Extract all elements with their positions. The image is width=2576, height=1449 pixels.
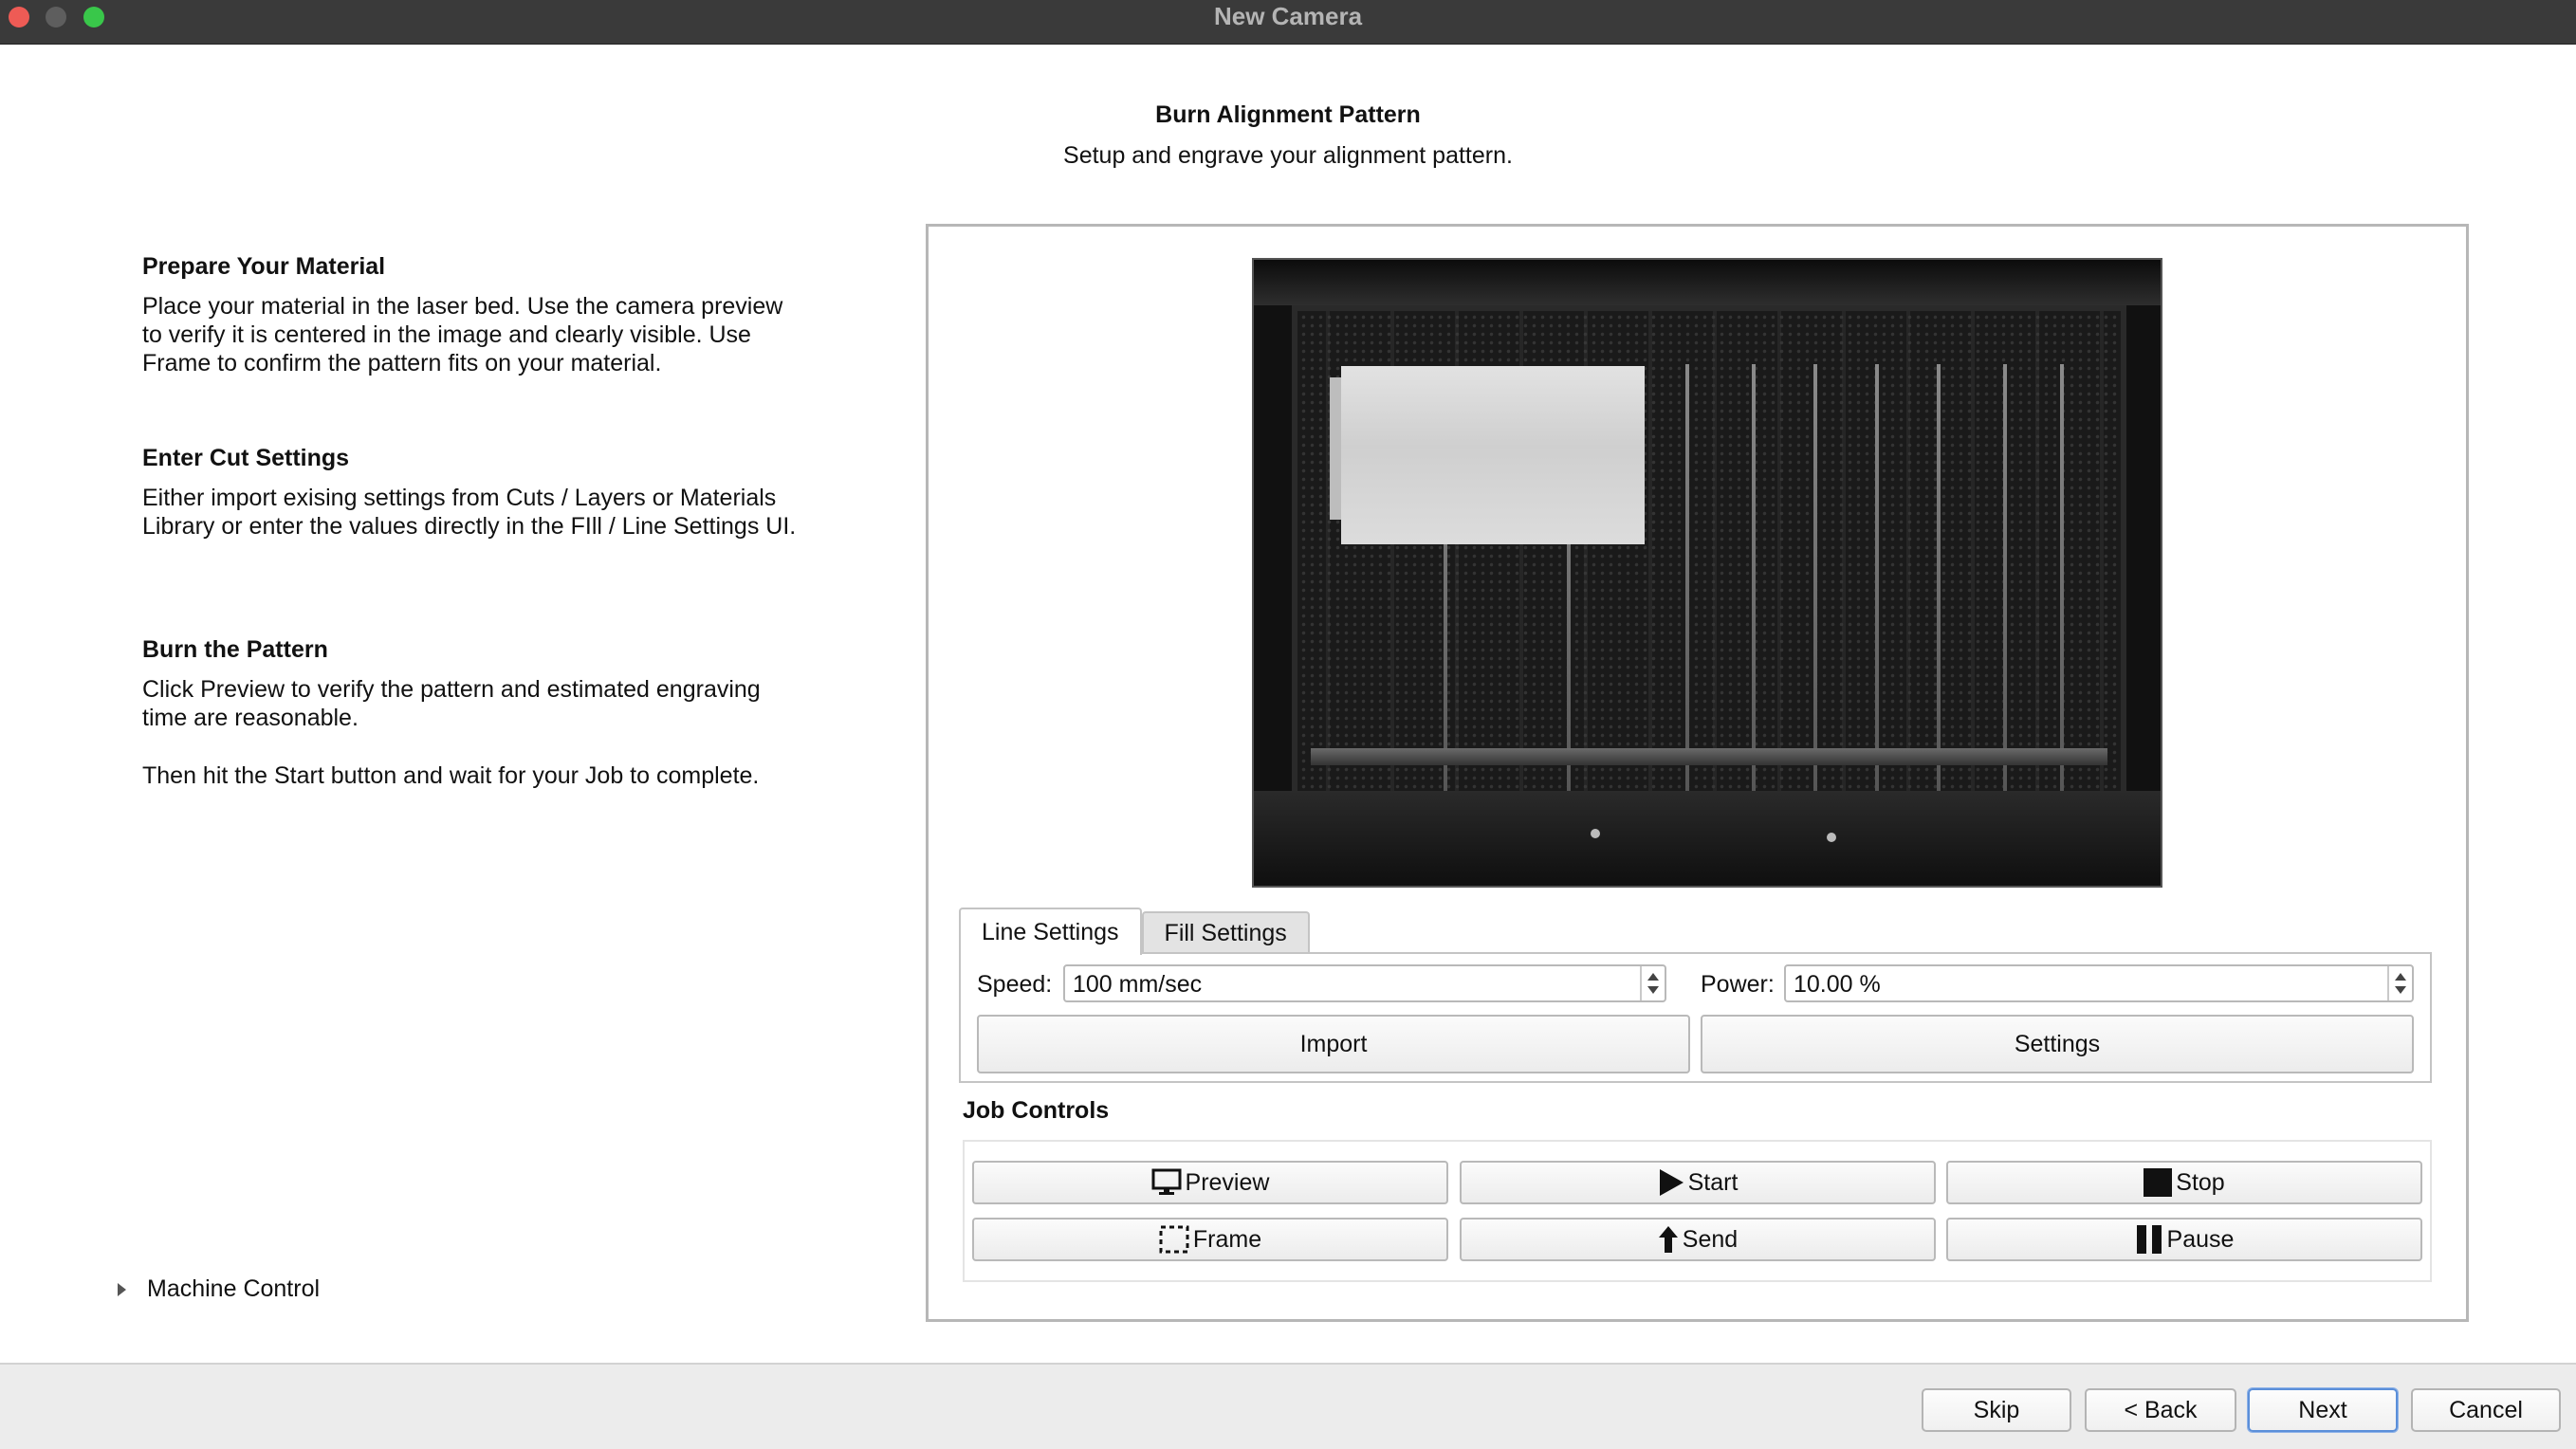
arrow-down-icon[interactable] [1647, 986, 1659, 994]
cut-settings-body: Either import exising settings from Cuts… [142, 485, 797, 540]
send-label: Send [1682, 1225, 1739, 1253]
camera-preview [1252, 258, 2162, 888]
job-controls-group: Preview Start Stop Frame Send Pause [963, 1140, 2432, 1282]
stop-label: Stop [2176, 1168, 2225, 1196]
settings-tabs: Line Settings Fill Settings [959, 908, 1310, 955]
start-label: Start [1687, 1168, 1739, 1196]
material-sheet [1341, 366, 1645, 544]
burn-section-continued: Then hit the Start button and wait for y… [142, 761, 806, 790]
frame-button[interactable]: Frame [972, 1218, 1448, 1261]
back-button[interactable]: < Back [2085, 1388, 2236, 1432]
line-settings-pane: Speed: 100 mm/sec Power: 10.00 % Import … [959, 952, 2432, 1083]
speed-label: Speed: [977, 971, 1053, 998]
bed-rod [2003, 364, 2007, 800]
prepare-title: Prepare Your Material [142, 253, 386, 280]
wizard-footer: Skip < Back Next Cancel [0, 1363, 2576, 1449]
pause-icon [2135, 1225, 2163, 1254]
burn-body: Click Preview to verify the pattern and … [142, 676, 761, 731]
cancel-button[interactable]: Cancel [2411, 1388, 2561, 1432]
power-stepper[interactable] [2387, 966, 2412, 1000]
preview-label: Preview [1185, 1168, 1270, 1196]
frame-label: Frame [1192, 1225, 1262, 1253]
power-spinbox[interactable]: 10.00 % [1784, 964, 2414, 1002]
send-button[interactable]: Send [1460, 1218, 1936, 1261]
window-titlebar: New Camera [0, 0, 2576, 45]
import-button[interactable]: Import [977, 1015, 1690, 1073]
wizard-content: Burn Alignment Pattern Setup and engrave… [0, 45, 2576, 1363]
stop-icon [2144, 1168, 2173, 1197]
page-title: Burn Alignment Pattern [1155, 101, 1421, 128]
bed-rod [1937, 364, 1941, 800]
speed-stepper[interactable] [1640, 966, 1665, 1000]
bed-screw [1827, 833, 1836, 842]
bed-front-rail [1311, 748, 2107, 765]
burn-title: Burn the Pattern [142, 636, 328, 663]
camera-bottom-edge [1254, 791, 2161, 886]
bed-rod [2060, 364, 2064, 800]
bed-rod [1752, 364, 1756, 800]
pause-button[interactable]: Pause [1946, 1218, 2422, 1261]
cut-settings-section: Enter Cut Settings Either import exising… [142, 445, 806, 541]
power-label: Power: [1701, 971, 1775, 998]
cut-settings-title: Enter Cut Settings [142, 445, 350, 471]
next-button[interactable]: Next [2248, 1388, 2398, 1432]
arrow-up-icon[interactable] [1647, 973, 1659, 981]
burn-section: Burn the Pattern Click Preview to verify… [142, 636, 806, 732]
tab-fill-settings[interactable]: Fill Settings [1141, 911, 1310, 953]
machine-control-toggle[interactable]: Machine Control [118, 1275, 320, 1303]
bed-rod [1875, 364, 1879, 800]
machine-control-label: Machine Control [147, 1275, 321, 1302]
play-icon [1658, 1168, 1684, 1197]
pause-label: Pause [2166, 1225, 2235, 1253]
bed-rod [1685, 364, 1689, 800]
stop-button[interactable]: Stop [1946, 1161, 2422, 1204]
arrow-up-icon[interactable] [2395, 973, 2406, 981]
prepare-body: Place your material in the laser bed. Us… [142, 293, 783, 376]
skip-button[interactable]: Skip [1922, 1388, 2071, 1432]
triangle-right-icon [118, 1282, 126, 1296]
start-button[interactable]: Start [1460, 1161, 1936, 1204]
speed-value: 100 mm/sec [1073, 971, 1203, 998]
monitor-icon [1151, 1168, 1182, 1197]
page-subtitle: Setup and engrave your alignment pattern… [1063, 142, 1513, 169]
speed-spinbox[interactable]: 100 mm/sec [1063, 964, 1666, 1002]
prepare-section: Prepare Your Material Place your materia… [142, 253, 806, 377]
bed-screw [1591, 829, 1600, 838]
preview-button[interactable]: Preview [972, 1161, 1448, 1204]
frame-icon [1159, 1225, 1189, 1254]
arrow-down-icon[interactable] [2395, 986, 2406, 994]
job-controls-title: Job Controls [963, 1097, 1110, 1124]
power-value: 10.00 % [1794, 971, 1881, 998]
arrow-up-icon [1658, 1225, 1679, 1254]
camera-top-edge [1254, 260, 2161, 305]
tab-line-settings[interactable]: Line Settings [959, 908, 1142, 955]
burn-body-2: Then hit the Start button and wait for y… [142, 762, 760, 789]
bed-rod [1813, 364, 1817, 800]
pattern-panel: Line Settings Fill Settings Speed: 100 m… [926, 224, 2469, 1322]
settings-button[interactable]: Settings [1701, 1015, 2414, 1073]
window-title: New Camera [1213, 2, 1363, 30]
